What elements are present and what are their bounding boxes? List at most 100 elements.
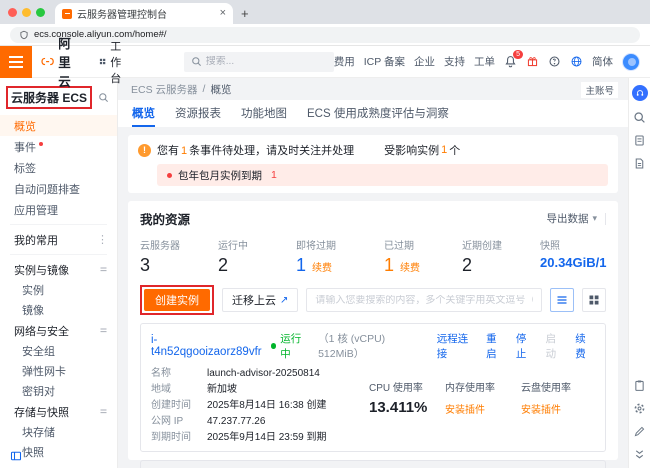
grid-view-toggle-button[interactable] (582, 288, 606, 312)
tab-close-icon[interactable]: × (220, 8, 226, 19)
sidebar-item-instances[interactable]: 实例 (0, 280, 117, 300)
group-label: 实例与镜像 (14, 262, 69, 278)
sidebar-item-overview[interactable]: 概览 (0, 115, 117, 136)
topnav-item-support[interactable]: 支持 (444, 54, 465, 69)
external-link-icon: ↗ (280, 295, 288, 306)
renew-link[interactable]: 续费 (575, 331, 595, 361)
notifications-button[interactable]: 5 (504, 55, 517, 68)
migrate-to-cloud-button[interactable]: 迁移上云 ↗ (222, 288, 298, 312)
sidebar-search-icon[interactable] (98, 92, 109, 103)
top-search-box[interactable] (184, 52, 334, 72)
disk-usage-metric: 云盘使用率 安装插件 (521, 379, 581, 444)
sidebar-item-tags[interactable]: 标签 (0, 157, 117, 178)
remote-connect-link[interactable]: 远程连接 (437, 331, 476, 361)
workbench-button[interactable]: 工作台 (99, 38, 132, 86)
sidebar-item-auto-diagnose[interactable]: 自动问题排查 (0, 178, 117, 199)
site-security-icon (19, 30, 29, 40)
rail-scroll-down-button[interactable] (633, 448, 646, 461)
support-chat-button[interactable] (632, 85, 648, 101)
group-label: 存储与快照 (14, 404, 69, 420)
sidebar-group-network-security[interactable]: 网络与安全 (0, 320, 117, 341)
user-avatar[interactable] (622, 53, 640, 71)
sidebar-item-block-storage[interactable]: 块存储 (0, 422, 117, 442)
tab-resource-report[interactable]: 资源报表 (175, 100, 221, 127)
products-menu-button[interactable] (0, 46, 32, 78)
search-icon (633, 111, 646, 124)
renew-link[interactable]: 续费 (312, 259, 332, 274)
collapse-sidebar-button[interactable] (10, 450, 22, 462)
install-plugin-link[interactable]: 安装插件 (521, 401, 581, 416)
topnav-item-icp[interactable]: ICP 备案 (364, 54, 405, 69)
rail-docs-button[interactable] (633, 157, 646, 170)
sidebar-item-label: 事件 (14, 139, 36, 155)
restart-link[interactable]: 重启 (486, 331, 506, 361)
sidebar-item-app-management[interactable]: 应用管理 (0, 199, 117, 220)
divider (10, 254, 107, 255)
instance-search-box[interactable] (306, 288, 542, 312)
stat-label: 运行中 (218, 237, 296, 252)
sidebar-item-images[interactable]: 镜像 (0, 300, 117, 320)
tab-feature-map[interactable]: 功能地图 (241, 100, 287, 127)
sidebar-item-events[interactable]: 事件 (0, 136, 117, 157)
sidebar-item-label: 安全组 (22, 343, 55, 359)
breadcrumb-root[interactable]: ECS 云服务器 (131, 82, 198, 97)
rail-feedback-button[interactable] (633, 425, 646, 438)
help-button[interactable] (548, 55, 561, 68)
sidebar-section-favorites[interactable]: 我的常用 ⋮ (0, 229, 117, 250)
export-data-button[interactable]: 导出数据 ▾ (546, 211, 597, 226)
sidebar-group-storage-snapshots[interactable]: 存储与快照 (0, 401, 117, 422)
sidebar-item-label: 标签 (14, 160, 36, 176)
survey-icon (633, 134, 646, 147)
install-plugin-link[interactable]: 安装插件 (445, 401, 505, 416)
expire-alert[interactable]: 包年包月实例到期 1 (157, 164, 608, 186)
rail-survey-button[interactable] (633, 134, 646, 147)
sidebar-item-eni[interactable]: 弹性网卡 (0, 361, 117, 381)
pencil-icon (633, 425, 646, 438)
sidebar-item-keypairs[interactable]: 密钥对 (0, 381, 117, 401)
field-row: 地域新加坡 (151, 383, 369, 396)
stat-value[interactable]: 1 (384, 255, 394, 276)
topnav-item-workorder[interactable]: 工单 (474, 54, 495, 69)
resource-stats: 云服务器 3 运行中 2 即将过期 1 续费 (140, 237, 606, 276)
sidebar-item-label: 快照 (22, 444, 44, 460)
create-instance-button[interactable]: 创建实例 (144, 289, 210, 311)
promotions-gift-button[interactable] (526, 55, 539, 68)
stat-value: 3 (140, 255, 150, 276)
top-search-input[interactable] (206, 56, 327, 67)
stat-label: 快照 (540, 237, 606, 252)
stat-value[interactable]: 20.34GiB/1 (540, 255, 607, 270)
window-close-button[interactable] (8, 8, 17, 17)
new-tab-button[interactable]: + (241, 7, 249, 20)
grid-icon (99, 56, 106, 67)
tab-maturity-insight[interactable]: ECS 使用成熟度评估与洞察 (307, 100, 449, 127)
topnav-item-enterprise[interactable]: 企业 (414, 54, 435, 69)
status-dot (271, 343, 277, 349)
rail-clipboard-button[interactable] (633, 379, 646, 392)
group-label: 网络与安全 (14, 323, 69, 339)
divider (10, 224, 107, 225)
renew-link[interactable]: 续费 (400, 259, 420, 274)
stop-link[interactable]: 停止 (516, 331, 536, 361)
window-zoom-button[interactable] (36, 8, 45, 17)
instance-metrics: CPU 使用率 13.411% 内存使用率 安装插件 云盘使用率 安装插件 (369, 367, 595, 444)
rail-search-button[interactable] (633, 111, 646, 124)
aliyun-logo[interactable]: 阿里云 (41, 33, 83, 90)
list-view-toggle-button[interactable] (550, 288, 574, 312)
more-icon[interactable]: ⋮ (97, 233, 108, 246)
sidebar-item-security-groups[interactable]: 安全组 (0, 341, 117, 361)
stat-value[interactable]: 1 (296, 255, 306, 276)
rail-settings-button[interactable] (633, 402, 646, 415)
tab-overview[interactable]: 概览 (132, 100, 155, 127)
instance-search-input[interactable] (315, 295, 533, 306)
event-alert-card: ! 您有1条事件待处理，请及时关注并处理 受影响实例1个 包年包月实例到期 1 (128, 135, 618, 193)
topnav-item-billing[interactable]: 费用 (334, 54, 355, 69)
window-minimize-button[interactable] (22, 8, 31, 17)
instance-id-link[interactable]: i-t4n52qgooizaorz89vfr (151, 334, 263, 358)
browser-tab[interactable]: 云服务器管理控制台 × (55, 3, 233, 24)
stat-recently-created: 近期创建 2 (462, 237, 540, 276)
language-switcher[interactable]: 简体 (592, 54, 613, 69)
notification-badge: 5 (513, 50, 523, 59)
impacted-instances[interactable]: 受影响实例1个 (384, 142, 460, 158)
stat-value: 2 (218, 255, 228, 276)
sidebar-group-instances-images[interactable]: 实例与镜像 (0, 259, 117, 280)
